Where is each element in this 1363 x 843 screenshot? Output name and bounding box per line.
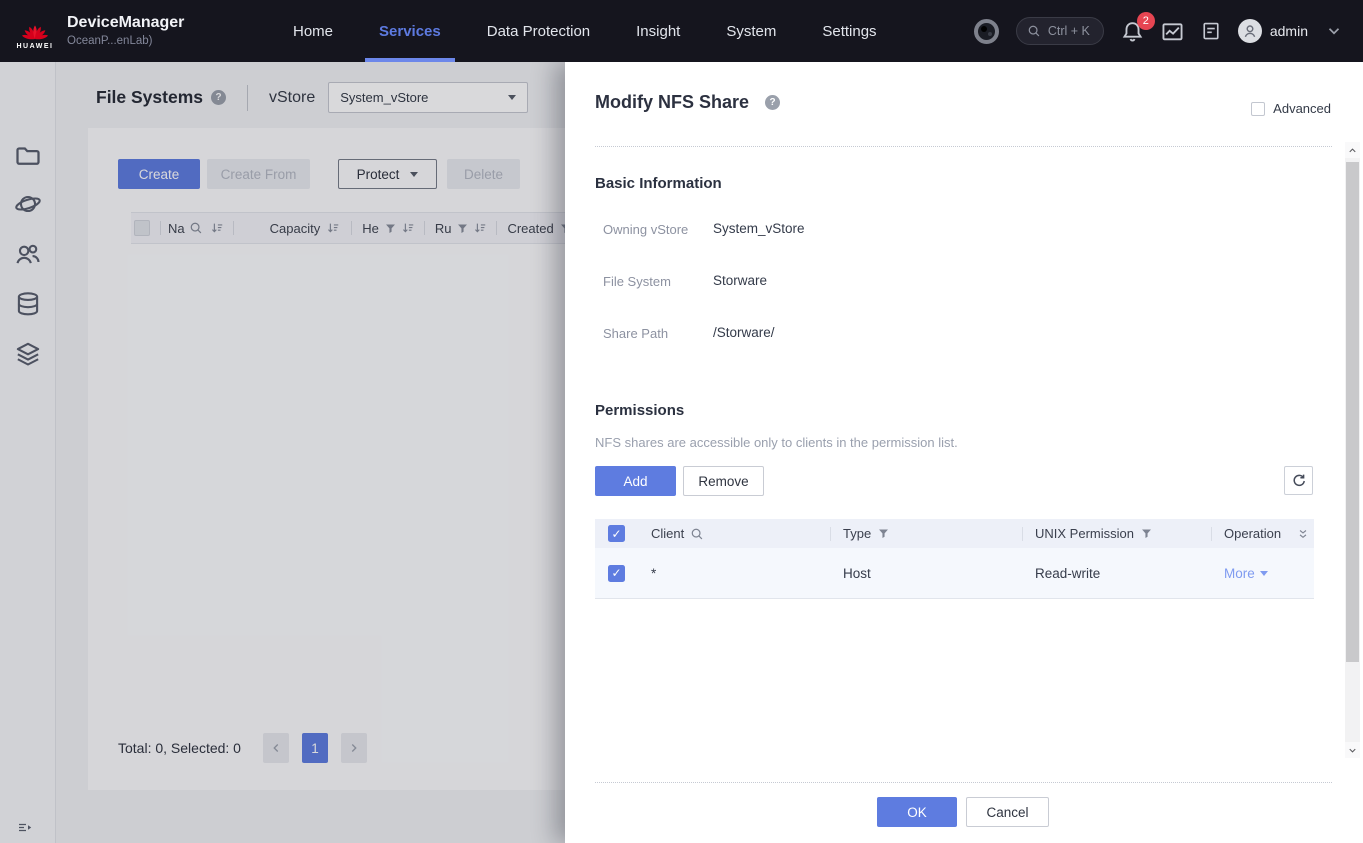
- chart-icon: [1161, 20, 1184, 43]
- chevron-down-icon: [1325, 22, 1343, 40]
- remove-button[interactable]: Remove: [683, 466, 764, 496]
- user-name: admin: [1270, 23, 1308, 39]
- permissions-heading: Permissions: [595, 402, 684, 419]
- global-search[interactable]: Ctrl + K: [1016, 17, 1104, 45]
- scroll-down-button[interactable]: [1345, 742, 1360, 758]
- unix-permission-value: Read-write: [1035, 566, 1100, 581]
- type-value: Host: [843, 566, 871, 581]
- row-checkbox[interactable]: ✓: [608, 565, 625, 582]
- top-navbar: HUAWEI DeviceManager OceanP...enLab) Hom…: [0, 0, 1363, 62]
- refresh-button[interactable]: [1284, 466, 1313, 495]
- huawei-logo-icon: HUAWEI: [14, 13, 56, 50]
- user-menu-button[interactable]: [1325, 22, 1343, 40]
- column-unix-permission: UNIX Permission: [1035, 526, 1134, 541]
- search-icon[interactable]: [690, 527, 704, 541]
- scroll-up-button[interactable]: [1345, 142, 1360, 158]
- search-icon: [1027, 24, 1041, 38]
- permission-row: ✓ * Host Read-write More: [595, 548, 1314, 599]
- basic-info-heading: Basic Information: [595, 175, 722, 192]
- nav-settings[interactable]: Settings: [799, 0, 899, 62]
- nav-insight[interactable]: Insight: [613, 0, 703, 62]
- client-value: *: [651, 566, 656, 581]
- chevron-down-icon: [1260, 571, 1268, 576]
- permissions-table-header: ✓ Client Type UNIX Permission Operation: [595, 519, 1314, 548]
- search-shortcut: Ctrl + K: [1048, 24, 1090, 38]
- refresh-icon: [1291, 473, 1307, 489]
- ok-button[interactable]: OK: [877, 797, 957, 827]
- nav-home[interactable]: Home: [270, 0, 356, 62]
- app-title: DeviceManager: [67, 13, 184, 33]
- person-icon: [1242, 23, 1258, 39]
- advanced-toggle[interactable]: Advanced: [1251, 101, 1331, 116]
- share-path-value: /Storware/: [713, 325, 775, 340]
- avatar[interactable]: [1238, 19, 1262, 43]
- notification-badge: 2: [1137, 12, 1155, 30]
- share-path-label: Share Path: [603, 326, 668, 341]
- column-type: Type: [843, 526, 871, 541]
- column-client: Client: [651, 526, 684, 541]
- brand: HUAWEI DeviceManager OceanP...enLab): [0, 13, 256, 50]
- chevron-down-icon: [1347, 745, 1358, 756]
- nav-system[interactable]: System: [703, 0, 799, 62]
- file-system-label: File System: [603, 274, 671, 289]
- nav-data-protection[interactable]: Data Protection: [464, 0, 613, 62]
- divider: [595, 782, 1332, 783]
- drawer-scrollbar[interactable]: [1345, 142, 1360, 758]
- advanced-checkbox[interactable]: [1251, 102, 1265, 116]
- permissions-note: NFS shares are accessible only to client…: [595, 435, 958, 450]
- logo-text: HUAWEI: [14, 43, 56, 50]
- filter-icon[interactable]: [1140, 527, 1153, 540]
- filter-icon[interactable]: [877, 527, 890, 540]
- device-subtitle: OceanP...enLab): [67, 35, 184, 47]
- scrollbar-thumb[interactable]: [1346, 162, 1359, 662]
- drawer-help-icon[interactable]: ?: [765, 95, 780, 110]
- cancel-button[interactable]: Cancel: [966, 797, 1049, 827]
- performance-monitor-button[interactable]: [1161, 20, 1184, 43]
- permissions-table: ✓ Client Type UNIX Permission Operation …: [595, 519, 1314, 599]
- divider: [595, 146, 1332, 147]
- modify-nfs-share-drawer: Modify NFS Share ? Advanced Basic Inform…: [565, 62, 1363, 843]
- task-log-button[interactable]: [1201, 21, 1221, 41]
- lens-icon[interactable]: [974, 19, 999, 44]
- chevron-up-icon: [1347, 145, 1358, 156]
- add-button[interactable]: Add: [595, 466, 676, 496]
- notifications-button[interactable]: 2: [1121, 20, 1144, 43]
- drawer-title: Modify NFS Share: [595, 92, 749, 113]
- document-icon: [1201, 21, 1221, 41]
- owning-vstore-label: Owning vStore: [603, 222, 688, 237]
- select-all-checkbox[interactable]: ✓: [608, 525, 625, 542]
- file-system-value: Storware: [713, 273, 767, 288]
- column-settings-icon[interactable]: [1296, 527, 1310, 541]
- main-nav: Home Services Data Protection Insight Sy…: [270, 0, 900, 62]
- nav-services[interactable]: Services: [356, 0, 464, 62]
- modal-overlay: [0, 62, 565, 843]
- advanced-label: Advanced: [1273, 101, 1331, 116]
- owning-vstore-value: System_vStore: [713, 221, 805, 236]
- more-menu-button[interactable]: More: [1224, 566, 1268, 581]
- column-operation: Operation: [1224, 526, 1281, 541]
